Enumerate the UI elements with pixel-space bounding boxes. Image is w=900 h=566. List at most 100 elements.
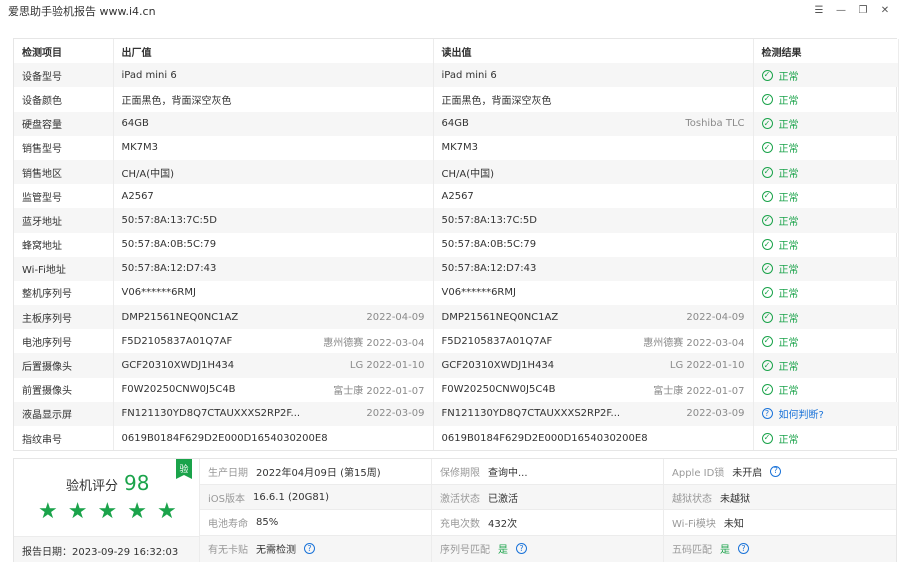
result-cell: ✓ 正常 <box>753 184 899 209</box>
row-item-label: 蜂窝地址 <box>14 232 114 257</box>
info-cell: 激活状态 已激活 <box>432 484 664 510</box>
result-cell: ✓ 正常 <box>753 135 899 160</box>
result-cell: ✓ 正常 <box>753 353 899 378</box>
info-cell: Apple ID锁 未开启? <box>664 459 896 484</box>
result-cell[interactable]: ? 如何判断? <box>753 401 899 426</box>
read-value: 50:57:8A:12:D7:43 <box>441 263 537 275</box>
info-value: 是 <box>720 545 730 557</box>
star-icon: ★ <box>67 499 88 524</box>
factory-cell: V06******6RMJ <box>113 280 434 306</box>
factory-value: GCF20310XWDJ1H434 <box>121 360 235 372</box>
info-value: 已激活 <box>488 493 518 505</box>
check-circle-icon: ✓ <box>761 239 773 251</box>
info-key: 五码匹配 <box>672 545 712 557</box>
info-key: Apple ID锁 <box>672 467 725 479</box>
row-item-label: 电池序列号 <box>14 329 114 354</box>
check-circle-icon: ✓ <box>761 166 773 178</box>
result-text: 正常 <box>778 95 799 107</box>
help-icon[interactable]: ? <box>304 543 315 555</box>
read-cell: F0W20250CNW0J5C4B 富士康 2022-01-07 <box>433 377 754 402</box>
read-value: A2567 <box>441 190 474 202</box>
table-row: 后置摄像头 GCF20310XWDJ1H434 LG 2022-01-10 GCF20… <box>14 353 899 378</box>
check-circle-icon: ✓ <box>761 432 773 444</box>
row-item-label: 销售地区 <box>14 159 114 185</box>
info-cell: 保修期限 查询中... <box>432 459 664 484</box>
read-value: V06******6RMJ <box>441 287 516 299</box>
info-key: 生产日期 <box>208 467 248 479</box>
table-row: 电池序列号 F5D2105837A01Q7AF 惠州德赛 2022-03-04 F5D… <box>14 329 899 354</box>
minimize-icon[interactable]: — <box>832 2 850 18</box>
read-value: GCF20310XWDJ1H434 <box>441 360 555 372</box>
table-row: 蜂窝地址 50:57:8A:0B:5C:79 50:57:8A:0B:5C:79 ✓ 正… <box>14 232 899 257</box>
check-circle-icon: ✓ <box>761 142 773 154</box>
read-cell: CH/A(中国) <box>433 159 754 185</box>
info-value: 85% <box>256 517 279 529</box>
info-key: 保修期限 <box>440 467 480 479</box>
score-label: 验机评分 <box>66 479 119 494</box>
info-value: 432次 <box>488 519 518 531</box>
info-value: 未知 <box>723 519 744 531</box>
table-row: 销售型号 MK7M3 MK7M3 ✓ 正常 <box>14 135 899 160</box>
factory-value: CH/A(中国) <box>121 168 175 180</box>
result-text: 正常 <box>778 289 799 301</box>
row-item-label: 蓝牙地址 <box>14 208 114 233</box>
factory-value: iPad mini 6 <box>121 69 177 81</box>
help-icon[interactable]: ? <box>516 543 527 555</box>
read-cell: 0619B0184F629D2E000D1654030200E8 <box>433 426 754 451</box>
table-header-row: 检测项目 出厂值 读出值 检测结果 <box>14 39 899 64</box>
info-key: 电池寿命 <box>208 519 248 531</box>
result-text: 正常 <box>778 168 799 180</box>
result-text: 正常 <box>778 386 799 398</box>
read-note: 2022-04-09 <box>686 311 745 323</box>
restore-icon[interactable]: ❐ <box>854 2 872 18</box>
table-row: 硬盘容量 64GB 64GB Toshiba TLC ✓ 正常 <box>14 111 899 136</box>
table-row: 蓝牙地址 50:57:8A:13:7C:5D 50:57:8A:13:7C:5D ✓ 正… <box>14 208 899 233</box>
read-cell: 50:57:8A:0B:5C:79 <box>433 232 754 257</box>
header-read: 读出值 <box>433 39 754 64</box>
report-table-container: 检测项目 出厂值 读出值 检测结果 设备型号 iPad mini 6 iPad mi… <box>13 38 899 452</box>
check-circle-icon: ✓ <box>761 69 773 81</box>
info-cell: 充电次数 432次 <box>432 510 664 536</box>
info-key: 序列号匹配 <box>440 545 490 557</box>
info-cell: Wi-Fi模块 未知 <box>664 510 896 535</box>
close-icon[interactable]: ✕ <box>876 2 894 18</box>
check-circle-icon: ✓ <box>761 263 773 275</box>
factory-value: MK7M3 <box>121 142 159 154</box>
result-text: 正常 <box>778 120 799 132</box>
row-item-label: Wi-Fi地址 <box>14 256 114 281</box>
factory-cell: GCF20310XWDJ1H434 LG 2022-01-10 <box>113 353 434 378</box>
help-icon[interactable]: ? <box>738 543 749 555</box>
factory-value: F0W20250CNW0J5C4B <box>121 384 236 396</box>
result-text: 正常 <box>778 241 799 253</box>
factory-cell: DMP21561NEQ0NC1AZ 2022-04-09 <box>113 305 434 330</box>
score-value: 98 <box>124 471 150 495</box>
factory-cell: 正面黑色，背面深空灰色 <box>113 87 434 112</box>
how-to-judge-link[interactable]: 如何判断? <box>779 406 824 421</box>
read-cell: MK7M3 <box>433 135 754 160</box>
info-key: 越狱状态 <box>672 493 712 505</box>
factory-value: 50:57:8A:12:D7:43 <box>121 263 217 275</box>
check-circle-icon: ✓ <box>761 311 773 323</box>
help-icon[interactable]: ? <box>770 465 782 477</box>
info-value: 无需检测 <box>256 545 296 557</box>
table-row: 销售地区 CH/A(中国) CH/A(中国) ✓ 正常 <box>14 159 899 185</box>
summary-panel: 验机评分 98 验 ★ ★ ★ ★ ★ 报告日期：2023-09-29 16:32:03… <box>13 458 897 562</box>
read-value: iPad mini 6 <box>441 69 497 81</box>
factory-value: FN121130YD8Q7CTAUXXXS2RP2F... <box>121 408 301 420</box>
factory-cell: 50:57:8A:0B:5C:79 <box>113 232 434 257</box>
factory-cell: F5D2105837A01Q7AF 惠州德赛 2022-03-04 <box>113 329 434 354</box>
info-cell: iOS版本 16.6.1 (20G81) <box>200 484 432 510</box>
info-key: 充电次数 <box>440 519 480 531</box>
info-cell: 电池寿命 85% <box>200 510 432 536</box>
header-factory: 出厂值 <box>113 39 434 64</box>
question-circle-icon[interactable]: ? <box>761 408 773 420</box>
result-text: 正常 <box>778 144 799 156</box>
info-cell: 有无卡贴 无需检测? <box>200 536 432 562</box>
factory-value: 0619B0184F629D2E000D1654030200E8 <box>121 432 328 444</box>
read-cell: 50:57:8A:12:D7:43 <box>433 256 754 281</box>
row-item-label: 前置摄像头 <box>14 377 114 402</box>
factory-cell: 50:57:8A:13:7C:5D <box>113 208 434 233</box>
check-circle-icon: ✓ <box>761 287 773 299</box>
list-icon[interactable]: ☰ <box>810 2 828 18</box>
factory-value: 50:57:8A:0B:5C:79 <box>121 239 217 251</box>
